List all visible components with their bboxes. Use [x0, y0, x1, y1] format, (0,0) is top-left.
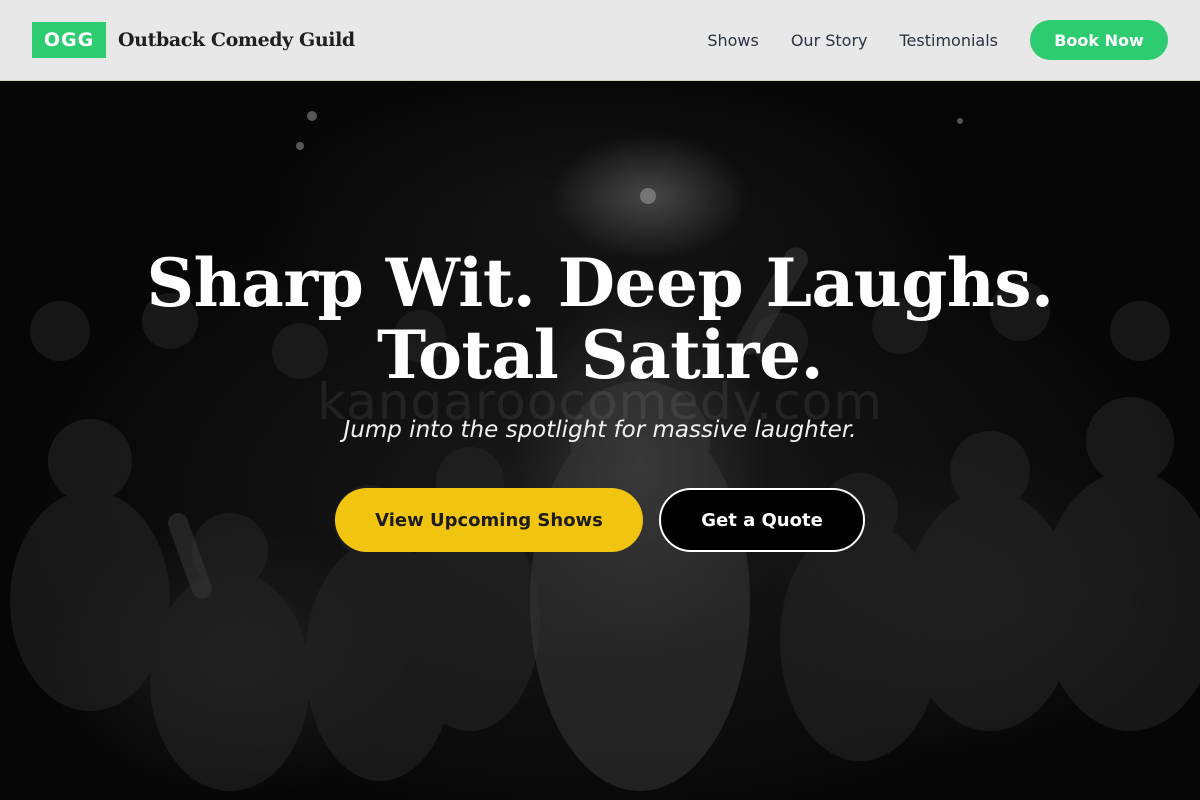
get-a-quote-button[interactable]: Get a Quote	[659, 488, 865, 552]
hero-content: Sharp Wit. Deep Laughs. Total Satire. Ju…	[0, 81, 1200, 800]
hero-headline-line-2: Total Satire.	[376, 316, 824, 394]
nav-link-our-story[interactable]: Our Story	[791, 31, 868, 50]
brand[interactable]: OGG Outback Comedy Guild	[32, 22, 355, 58]
hero-subheading: Jump into the spotlight for massive laug…	[343, 417, 857, 443]
site-header: OGG Outback Comedy Guild Shows Our Story…	[0, 0, 1200, 81]
main-nav: Shows Our Story Testimonials Book Now	[707, 20, 1168, 60]
nav-link-testimonials[interactable]: Testimonials	[900, 31, 999, 50]
brand-name[interactable]: Outback Comedy Guild	[118, 29, 355, 51]
nav-link-shows[interactable]: Shows	[707, 31, 759, 50]
hero-headline-line-1: Sharp Wit. Deep Laughs.	[146, 244, 1054, 322]
logo-badge[interactable]: OGG	[32, 22, 106, 58]
view-upcoming-shows-button[interactable]: View Upcoming Shows	[335, 488, 643, 552]
hero-section: kangaroocomedy.com Sharp Wit. Deep Laugh…	[0, 81, 1200, 800]
book-now-button[interactable]: Book Now	[1030, 20, 1168, 60]
hero-headline: Sharp Wit. Deep Laughs. Total Satire.	[100, 247, 1100, 391]
hero-cta-row: View Upcoming Shows Get a Quote	[0, 488, 1200, 552]
